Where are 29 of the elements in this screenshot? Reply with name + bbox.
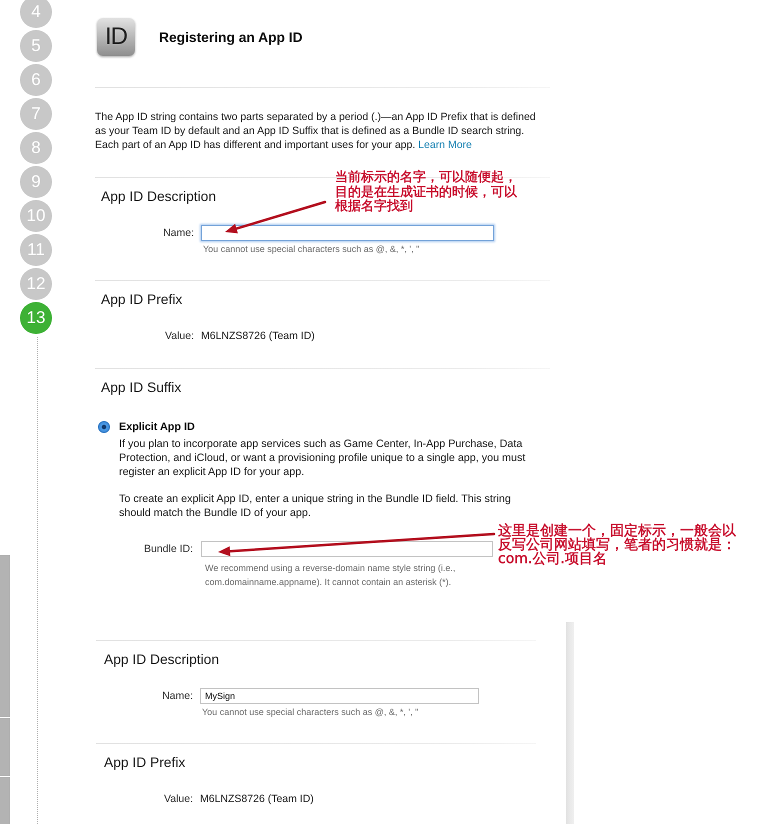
field-hint: You cannot use special characters such as @, &, *, ', " — [201, 706, 420, 718]
option-description: To create an explicit App ID, enter a unique string in the Bundle ID field. This string should match the Bundle ID of your app. — [119, 492, 512, 520]
section-heading: App ID Suffix — [101, 380, 182, 396]
field-value: M6LNZS8726 (Team ID) — [200, 792, 314, 806]
field-label: Bundle ID: — [142, 542, 193, 556]
id-logo: ID — [97, 18, 135, 56]
annotation-note: 当前标示的名字，可以随便起，目的是在生成证书的时候，可以根据名字找到 — [335, 171, 518, 214]
field-hint: You cannot use special characters such as @, &, *, ', " — [202, 243, 420, 255]
field-label: Name: — [161, 689, 193, 703]
text-field[interactable] — [201, 225, 494, 241]
field-label: Value: — [163, 792, 193, 806]
intro-paragraph: The App ID string contains two parts separated by a period (.)—an App ID Prefix that is defined as your Team ID by default and an App ID Suffix that is defined as a Bundle ID search string. Each part of an App ID has different and important uses for your app. Learn More — [95, 110, 537, 152]
section-heading: App ID Prefix — [101, 292, 182, 308]
field-hint: We recommend using a reverse-domain name style string (i.e., com.domainname.appname). It cannot contain an asterisk (*). — [204, 562, 456, 589]
section-heading: App ID Prefix — [104, 755, 186, 771]
learn-more-link[interactable]: Learn More — [418, 139, 472, 151]
section-heading: App ID Description — [104, 652, 220, 668]
radio-button[interactable] — [98, 421, 110, 433]
field-label: Name: — [162, 226, 194, 240]
annotation-note: 这里是创建一个，固定标示，一般会以反写公司网站填写，笔者的习惯就是：com.公司.项目名 — [498, 524, 737, 566]
text-field[interactable]: MySign — [200, 688, 479, 704]
text-field[interactable] — [201, 541, 493, 557]
page-title: Registering an App ID — [159, 30, 303, 44]
field-value: M6LNZS8726 (Team ID) — [201, 329, 315, 343]
field-label: Value: — [164, 329, 194, 343]
option-label: Explicit App ID — [119, 421, 195, 433]
section-heading: App ID Description — [101, 189, 216, 205]
step-number[interactable]: 13 — [20, 302, 52, 334]
option-description: If you plan to incorporate app services such as Game Center, In-App Purchase, Data Protection, and iCloud, or want a provisioning profile unique to a single app, you must register an explicit App ID for your app. — [119, 437, 526, 479]
